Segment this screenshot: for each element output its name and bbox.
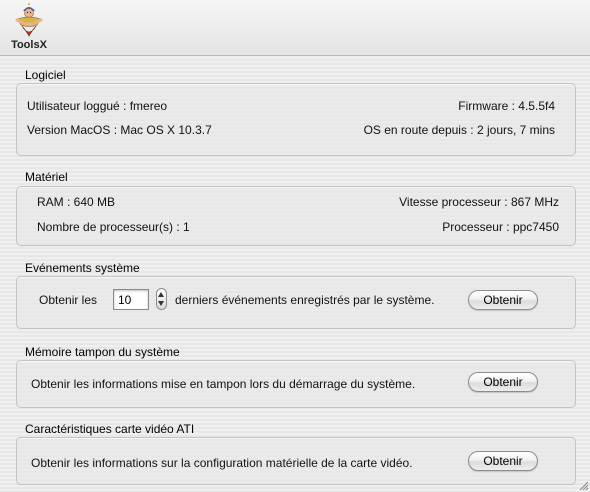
toolbar-item-toolsx[interactable]: ToolsX: [6, 2, 52, 54]
buffer-description: Obtenir les informations mise en tampon …: [31, 377, 416, 391]
user-label: Utilisateur loggué : fmereo: [27, 99, 168, 113]
cpu-model-label: Processeur : ppc7450: [442, 220, 559, 234]
cpu-speed-label: Vitesse processeur : 867 MHz: [399, 195, 559, 209]
event-count-input[interactable]: [113, 289, 149, 310]
os-version-label: Version MacOS : Mac OS X 10.3.7: [27, 123, 212, 137]
get-buffer-button[interactable]: Obtenir: [468, 372, 538, 392]
section-box-logiciel: Utilisateur loggué : fmereo Firmware : 4…: [16, 83, 576, 156]
section-title-materiel: Matériel: [25, 170, 68, 184]
events-suffix-label: derniers événements enregistrés par le s…: [175, 293, 435, 307]
section-box-materiel: RAM : 640 MB Vitesse processeur : 867 MH…: [16, 186, 576, 246]
stepper-down-arrow-icon[interactable]: [158, 301, 164, 306]
toolsx-genie-icon: [15, 2, 43, 37]
stepper-up-arrow-icon[interactable]: [158, 292, 164, 297]
cpu-count-label: Nombre de processeur(s) : 1: [37, 220, 190, 234]
window-toolbar: ToolsX: [0, 0, 590, 56]
ram-label: RAM : 640 MB: [37, 195, 116, 209]
uptime-label: OS en route depuis : 2 jours, 7 mins: [363, 123, 555, 137]
section-box-buffer: Obtenir les informations mise en tampon …: [16, 360, 576, 408]
event-count-stepper[interactable]: [156, 288, 167, 310]
video-description: Obtenir les informations sur la configur…: [31, 456, 413, 470]
main-content: Logiciel Utilisateur loggué : fmereo Fir…: [0, 57, 590, 492]
window-resize-grip-icon[interactable]: [577, 479, 589, 491]
get-events-button[interactable]: Obtenir: [468, 290, 538, 310]
get-video-info-button[interactable]: Obtenir: [468, 451, 538, 471]
section-box-video: Obtenir les informations sur la configur…: [16, 437, 576, 485]
events-prefix-label: Obtenir les: [39, 293, 98, 307]
section-title-logiciel: Logiciel: [25, 68, 66, 82]
firmware-label: Firmware : 4.5.5f4: [458, 99, 555, 113]
section-title-events: Evénements système: [25, 261, 140, 275]
section-title-buffer: Mémoire tampon du système: [25, 345, 180, 359]
toolbar-item-label: ToolsX: [11, 39, 47, 51]
section-box-events: Obtenir les derniers événements enregist…: [16, 276, 576, 329]
section-title-video: Caractéristiques carte vidéo ATI: [25, 422, 195, 436]
